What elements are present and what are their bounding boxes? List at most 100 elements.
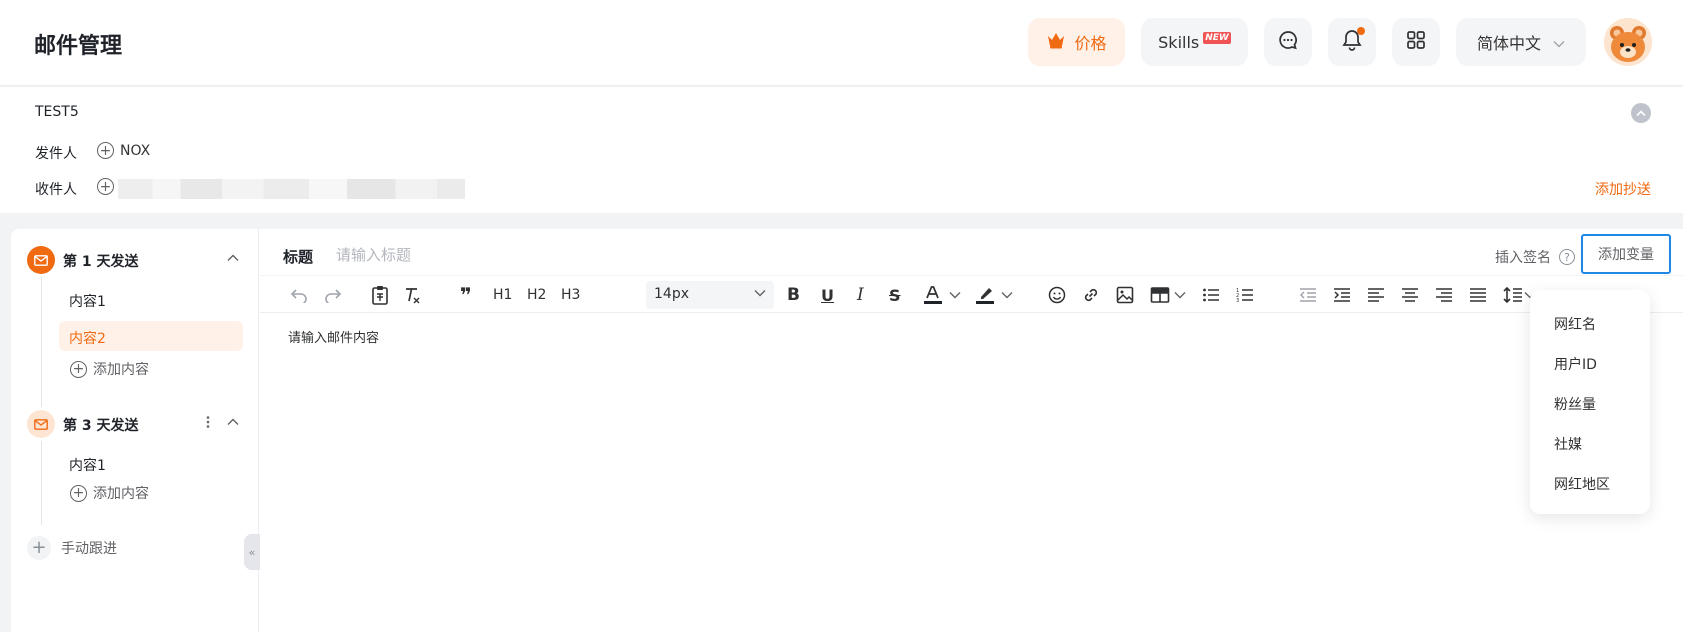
redo-icon[interactable] [324,284,342,306]
editor-panel: 第 1 天发送 内容1 内容2 + 添加内容 第 3 天发送 内容1 + 添加内… [11,229,1683,632]
underline-icon[interactable]: U [821,284,834,306]
variable-option[interactable]: 社媒 [1554,434,1582,454]
heading-1-button[interactable]: H1 [493,284,512,306]
chat-icon [1277,29,1299,55]
plus-circle-icon: + [70,360,87,378]
pricing-label: 价格 [1074,34,1107,53]
link-icon[interactable] [1082,284,1100,306]
message-button[interactable] [1264,18,1312,66]
bear-avatar-icon [1604,18,1652,66]
notification-dot [1357,27,1365,35]
add-content-label: 添加内容 [93,362,149,378]
undo-icon[interactable] [290,284,308,306]
indent-icon[interactable] [1333,284,1351,306]
mail-icon [27,410,55,438]
numbered-list-icon[interactable]: 123 [1236,284,1254,306]
chevron-up-icon[interactable] [226,415,240,429]
strikethrough-icon[interactable]: S [889,284,901,306]
language-label: 简体中文 [1476,34,1541,53]
subject-input[interactable] [336,243,1036,267]
recipient-list-redacted [118,179,465,199]
bullet-list-icon[interactable] [1202,284,1220,306]
editor-toolbar: ❞ H1 H2 H3 14px B U I S 123 [260,275,1683,313]
variable-option[interactable]: 用户ID [1554,354,1597,374]
top-header: 邮件管理 价格 Skills NEW 简体中文 [0,0,1683,86]
add-sender-icon[interactable]: + [97,142,114,159]
chevron-up-icon [1636,109,1646,116]
heading-2-button[interactable]: H2 [527,284,546,306]
chevron-down-icon[interactable] [1174,284,1186,306]
italic-icon[interactable]: I [857,284,864,306]
image-icon[interactable] [1116,284,1134,306]
heading-3-button[interactable]: H3 [561,284,580,306]
variable-option[interactable]: 网红名 [1554,314,1596,334]
collapse-sidebar-button[interactable]: « [244,534,260,570]
add-content-button[interactable]: + 添加内容 [70,483,149,503]
help-icon[interactable]: ? [1559,249,1575,265]
plus-circle-icon: + [70,484,87,502]
recipient-label: 收件人 [35,182,77,198]
content-item-active[interactable]: 内容2 [59,321,243,351]
quote-icon[interactable]: ❞ [460,283,472,307]
font-size-value: 14px [654,286,689,302]
page-title: 邮件管理 [34,34,123,59]
align-center-icon[interactable] [1401,284,1419,306]
chevron-down-icon [754,290,766,297]
collapse-button[interactable] [1631,103,1651,123]
email-title: TEST5 [35,104,79,120]
subject-label: 标题 [283,248,314,266]
align-justify-icon[interactable] [1469,284,1487,306]
add-recipient-icon[interactable]: + [97,178,114,195]
email-info-panel: TEST5 发件人 + NOX 收件人 + 添加抄送 [0,87,1683,213]
add-content-label: 添加内容 [93,486,149,502]
apps-button[interactable] [1392,18,1440,66]
chevron-down-icon[interactable] [949,284,961,306]
add-cc-link[interactable]: 添加抄送 [1595,179,1651,199]
sequence-sidebar: 第 1 天发送 内容1 内容2 + 添加内容 第 3 天发送 内容1 + 添加内… [11,229,259,632]
crown-icon [1046,31,1066,53]
font-size-select[interactable]: 14px [646,281,774,309]
more-vertical-icon[interactable] [201,415,215,429]
skills-label: Skills [1158,32,1200,52]
variable-option[interactable]: 网红地区 [1554,474,1610,494]
variable-option[interactable]: 粉丝量 [1554,394,1596,414]
content-item[interactable]: 内容1 [69,291,106,311]
content-item[interactable]: 内容1 [69,455,106,475]
add-content-button[interactable]: + 添加内容 [70,359,149,379]
step-connector [41,441,42,525]
email-body-placeholder[interactable]: 请输入邮件内容 [288,327,379,346]
sender-label: 发件人 [35,146,77,162]
variable-dropdown: 网红名 用户ID 粉丝量 社媒 网红地区 [1530,290,1650,514]
chevron-down-icon [1553,33,1565,52]
clear-format-icon[interactable] [403,284,421,306]
insert-signature-label: 插入签名 [1495,250,1551,266]
step-label[interactable]: 第 1 天发送 [63,251,139,271]
manual-follow-label: 手动跟进 [61,541,117,557]
add-variable-button[interactable]: 添加变量 [1581,234,1671,274]
chevron-up-icon[interactable] [226,251,240,265]
insert-signature-button[interactable]: 插入签名 ? [1495,247,1575,267]
align-left-icon[interactable] [1367,284,1385,306]
new-badge: NEW [1203,32,1231,44]
sender-value: NOX [120,143,151,159]
plus-icon: + [27,536,51,560]
bold-icon[interactable]: B [787,284,800,306]
align-right-icon[interactable] [1435,284,1453,306]
avatar[interactable] [1604,18,1652,66]
outdent-icon[interactable] [1299,284,1317,306]
table-icon[interactable] [1150,284,1170,306]
paste-icon[interactable] [371,284,389,306]
language-select[interactable]: 简体中文 [1456,18,1586,66]
mail-icon [27,246,55,274]
notification-button[interactable] [1328,18,1376,66]
chevron-down-icon[interactable] [1001,284,1013,306]
skills-button[interactable]: Skills NEW [1141,18,1248,66]
step-connector [41,277,42,407]
emoji-icon[interactable] [1048,284,1066,306]
highlight-icon[interactable] [974,284,996,306]
step-label[interactable]: 第 3 天发送 [63,415,139,435]
manual-follow-button[interactable]: + 手动跟进 [27,536,117,560]
pricing-button[interactable]: 价格 [1028,18,1125,66]
font-color-icon[interactable] [922,284,944,306]
line-height-icon[interactable] [1503,284,1523,306]
